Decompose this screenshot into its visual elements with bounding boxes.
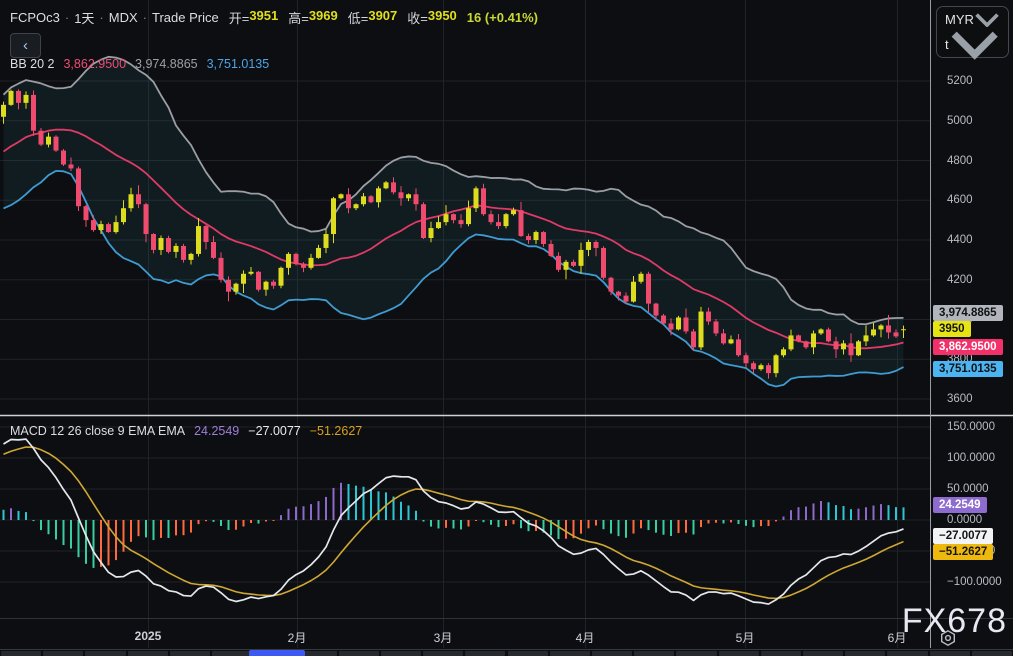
separator: ·	[143, 10, 147, 25]
macd-indicator-row[interactable]: MACD 12 26 close 9 EMA EMA 24.2549 −27.00…	[10, 424, 362, 438]
separator: ·	[65, 10, 69, 25]
chevron-left-icon: ‹	[23, 38, 28, 53]
currency-value: MYR	[945, 12, 974, 27]
scrollbar-thumb[interactable]	[249, 650, 305, 656]
indicator-value: −27.0077	[248, 424, 300, 438]
price-tick: 4800	[947, 155, 973, 167]
macd-label: MACD 12 26 close 9 EMA EMA	[10, 424, 185, 438]
indicator-value: 3,862.9500	[63, 57, 126, 71]
scrollbar-segment[interactable]	[550, 651, 590, 656]
last-price-label: 3950	[933, 321, 971, 337]
trading-chart-app: FCPOc3 · 1天 · MDX · Trade Price 开=3951 高=…	[0, 0, 1013, 656]
macd-signal-label: −51.2627	[933, 544, 993, 560]
ohlc-values: 开=3951 高=3969 低=3907 收=3950	[219, 8, 457, 27]
macd-tick: 100.0000	[947, 452, 995, 464]
scrollbar-segment[interactable]	[634, 651, 674, 656]
bb-upper-label: 3,974.8865	[933, 305, 1003, 321]
time-label: 2月	[288, 629, 307, 646]
scrollbar-segment[interactable]	[1, 651, 41, 656]
scrollbar-segment[interactable]	[887, 651, 927, 656]
macd-tick: 150.0000	[947, 421, 995, 433]
ohlc-low: 低=3907	[348, 8, 398, 27]
scrollbar-segment[interactable]	[592, 651, 632, 656]
indicator-value: 3,751.0135	[207, 57, 270, 71]
scrollbar-segment[interactable]	[170, 651, 210, 656]
chevron-down-icon	[974, 12, 1000, 28]
scrollbar-segment[interactable]	[85, 651, 125, 656]
bb-lower-label: 3,751.0135	[933, 361, 1003, 377]
scrollbar-segment[interactable]	[845, 651, 885, 656]
scrollbar-segment[interactable]	[339, 651, 379, 656]
time-label: 2025	[135, 629, 162, 643]
separator: ·	[99, 10, 103, 25]
scrollbar-segment[interactable]	[128, 651, 168, 656]
macd-tick: −100.0000	[947, 576, 1002, 588]
back-button[interactable]: ‹	[10, 33, 41, 58]
price-tick: 5200	[947, 75, 973, 87]
gear-icon[interactable]	[939, 629, 957, 647]
scrollbar-segment[interactable]	[719, 651, 759, 656]
ohlc-open: 开=3951	[229, 8, 279, 27]
macd-tick: 50.0000	[947, 483, 989, 495]
series-type: Trade Price	[152, 10, 219, 25]
macd-tick: 0.0000	[947, 514, 982, 526]
indicator-value: 24.2549	[194, 424, 239, 438]
scrollbar-segment[interactable]	[930, 651, 970, 656]
time-label: 4月	[576, 629, 595, 646]
scrollbar-segment[interactable]	[972, 651, 1012, 656]
price-tick: 5000	[947, 115, 973, 127]
price-tick: 4400	[947, 234, 973, 246]
indicator-value: −51.2627	[310, 424, 362, 438]
chevron-down-icon	[949, 29, 1000, 60]
indicator-value: 3,974.8865	[135, 57, 198, 71]
price-tick: 3600	[947, 393, 973, 405]
scrollbar-segment[interactable]	[508, 651, 548, 656]
time-label: 3月	[434, 629, 453, 646]
bb-values: 3,862.9500 3,974.8865 3,751.0135	[63, 57, 269, 71]
price-tick: 4600	[947, 194, 973, 206]
ohlc-close: 收=3950	[407, 8, 457, 27]
scrollbar-segment[interactable]	[381, 651, 421, 656]
price-tick: 4200	[947, 274, 973, 286]
macd-line-label: −27.0077	[933, 528, 993, 544]
bb-basis-label: 3,862.9500	[933, 339, 1003, 355]
bb-indicator-row[interactable]: BB 20 2 3,862.9500 3,974.8865 3,751.0135	[10, 57, 269, 71]
symbol-name[interactable]: FCPOc3	[10, 10, 60, 25]
symbol-header: FCPOc3 · 1天 · MDX · Trade Price 开=3951 高=…	[10, 8, 538, 26]
scrollbar-segment[interactable]	[212, 651, 252, 656]
scrollbar-segment[interactable]	[761, 651, 801, 656]
scrollbar-segment[interactable]	[423, 651, 463, 656]
unit-select[interactable]: t	[937, 32, 1008, 57]
scrollbar-segment[interactable]	[43, 651, 83, 656]
unit-selector-box: MYR t	[936, 6, 1009, 58]
horizontal-scrollbar[interactable]	[0, 649, 1013, 656]
scrollbar-segment[interactable]	[465, 651, 505, 656]
exchange: MDX	[109, 10, 138, 25]
interval[interactable]: 1天	[74, 8, 94, 27]
macd-plot	[3, 439, 905, 604]
scrollbar-segment[interactable]	[676, 651, 716, 656]
macd-values: 24.2549 −27.0077 −51.2627	[194, 424, 362, 438]
time-label: 5月	[736, 629, 755, 646]
change-value: 16 (+0.41%)	[467, 10, 538, 25]
macd-hist-label: 24.2549	[933, 497, 987, 513]
chart-canvas[interactable]	[0, 0, 1013, 656]
scrollbar-segment[interactable]	[803, 651, 843, 656]
ohlc-high: 高=3969	[288, 8, 338, 27]
bb-label: BB 20 2	[10, 57, 54, 71]
